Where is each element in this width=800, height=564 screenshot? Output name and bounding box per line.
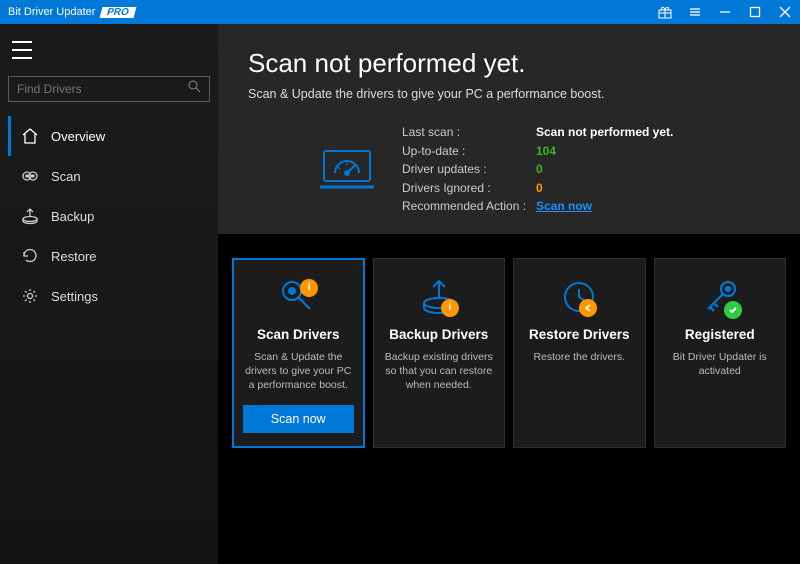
main-content: Scan not performed yet. Scan & Update th… <box>218 24 800 564</box>
sidebar-item-backup[interactable]: Backup <box>8 196 210 236</box>
scan-icon <box>21 167 39 185</box>
home-icon <box>21 127 39 145</box>
stat-label: Driver updates : <box>402 160 530 179</box>
info-badge-icon: i <box>441 299 459 317</box>
scan-drivers-icon: i <box>276 275 320 319</box>
stats-table: Last scan : Scan not performed yet. Up-to… <box>402 123 673 216</box>
check-badge-icon <box>724 301 742 319</box>
summary-panel: Scan not performed yet. Scan & Update th… <box>218 24 800 234</box>
sidebar-item-restore[interactable]: Restore <box>8 236 210 276</box>
key-icon <box>698 275 742 319</box>
backup-icon <box>21 207 39 225</box>
card-desc: Bit Driver Updater is activated <box>665 350 776 433</box>
sidebar-item-overview[interactable]: Overview <box>8 116 210 156</box>
card-scan-drivers[interactable]: i Scan Drivers Scan & Update the drivers… <box>232 258 365 448</box>
search-input[interactable] <box>17 82 188 96</box>
laptop-gauge-icon <box>318 147 376 191</box>
minimize-button[interactable] <box>710 0 740 24</box>
card-desc: Backup existing drivers so that you can … <box>384 350 495 433</box>
hamburger-icon[interactable] <box>12 38 40 62</box>
close-button[interactable] <box>770 0 800 24</box>
titlebar: Bit Driver Updater PRO <box>0 0 800 24</box>
card-registered[interactable]: Registered Bit Driver Updater is activat… <box>654 258 787 448</box>
sidebar-item-label: Restore <box>51 249 97 264</box>
stat-value-lastscan: Scan not performed yet. <box>536 123 673 142</box>
scan-now-link[interactable]: Scan now <box>536 197 592 216</box>
sidebar-item-scan[interactable]: Scan <box>8 156 210 196</box>
card-title: Registered <box>685 327 755 342</box>
sidebar-item-label: Overview <box>51 129 105 144</box>
sidebar-item-label: Backup <box>51 209 94 224</box>
stat-label: Last scan : <box>402 123 530 142</box>
stat-label: Up-to-date : <box>402 142 530 161</box>
card-restore-drivers[interactable]: Restore Drivers Restore the drivers. <box>513 258 646 448</box>
restore-drivers-icon <box>557 275 601 319</box>
sidebar-item-label: Scan <box>51 169 81 184</box>
stat-value-uptodate: 104 <box>536 142 556 161</box>
backup-drivers-icon: i <box>417 275 461 319</box>
app-name: Bit Driver Updater <box>8 6 95 18</box>
stat-value-updates: 0 <box>536 160 543 179</box>
menu-icon[interactable] <box>680 0 710 24</box>
sidebar-item-label: Settings <box>51 289 98 304</box>
cards-row: i Scan Drivers Scan & Update the drivers… <box>218 234 800 448</box>
gift-icon[interactable] <box>650 0 680 24</box>
maximize-button[interactable] <box>740 0 770 24</box>
search-icon <box>188 80 201 98</box>
card-title: Scan Drivers <box>257 327 340 342</box>
stat-value-ignored: 0 <box>536 179 543 198</box>
card-backup-drivers[interactable]: i Backup Drivers Backup existing drivers… <box>373 258 506 448</box>
page-subtitle: Scan & Update the drivers to give your P… <box>248 87 770 101</box>
search-input-wrap[interactable] <box>8 76 210 102</box>
sidebar-item-settings[interactable]: Settings <box>8 276 210 316</box>
gear-icon <box>21 287 39 305</box>
page-title: Scan not performed yet. <box>248 48 770 79</box>
restore-icon <box>21 247 39 265</box>
sidebar: Overview Scan Backup Restore Settings <box>0 24 218 564</box>
card-desc: Scan & Update the drivers to give your P… <box>243 350 354 395</box>
scan-now-button[interactable]: Scan now <box>243 405 354 433</box>
card-desc: Restore the drivers. <box>533 350 625 433</box>
stat-label: Drivers Ignored : <box>402 179 530 198</box>
pro-badge: PRO <box>100 7 137 18</box>
card-title: Restore Drivers <box>529 327 630 342</box>
card-title: Backup Drivers <box>389 327 488 342</box>
stat-label: Recommended Action : <box>402 197 530 216</box>
